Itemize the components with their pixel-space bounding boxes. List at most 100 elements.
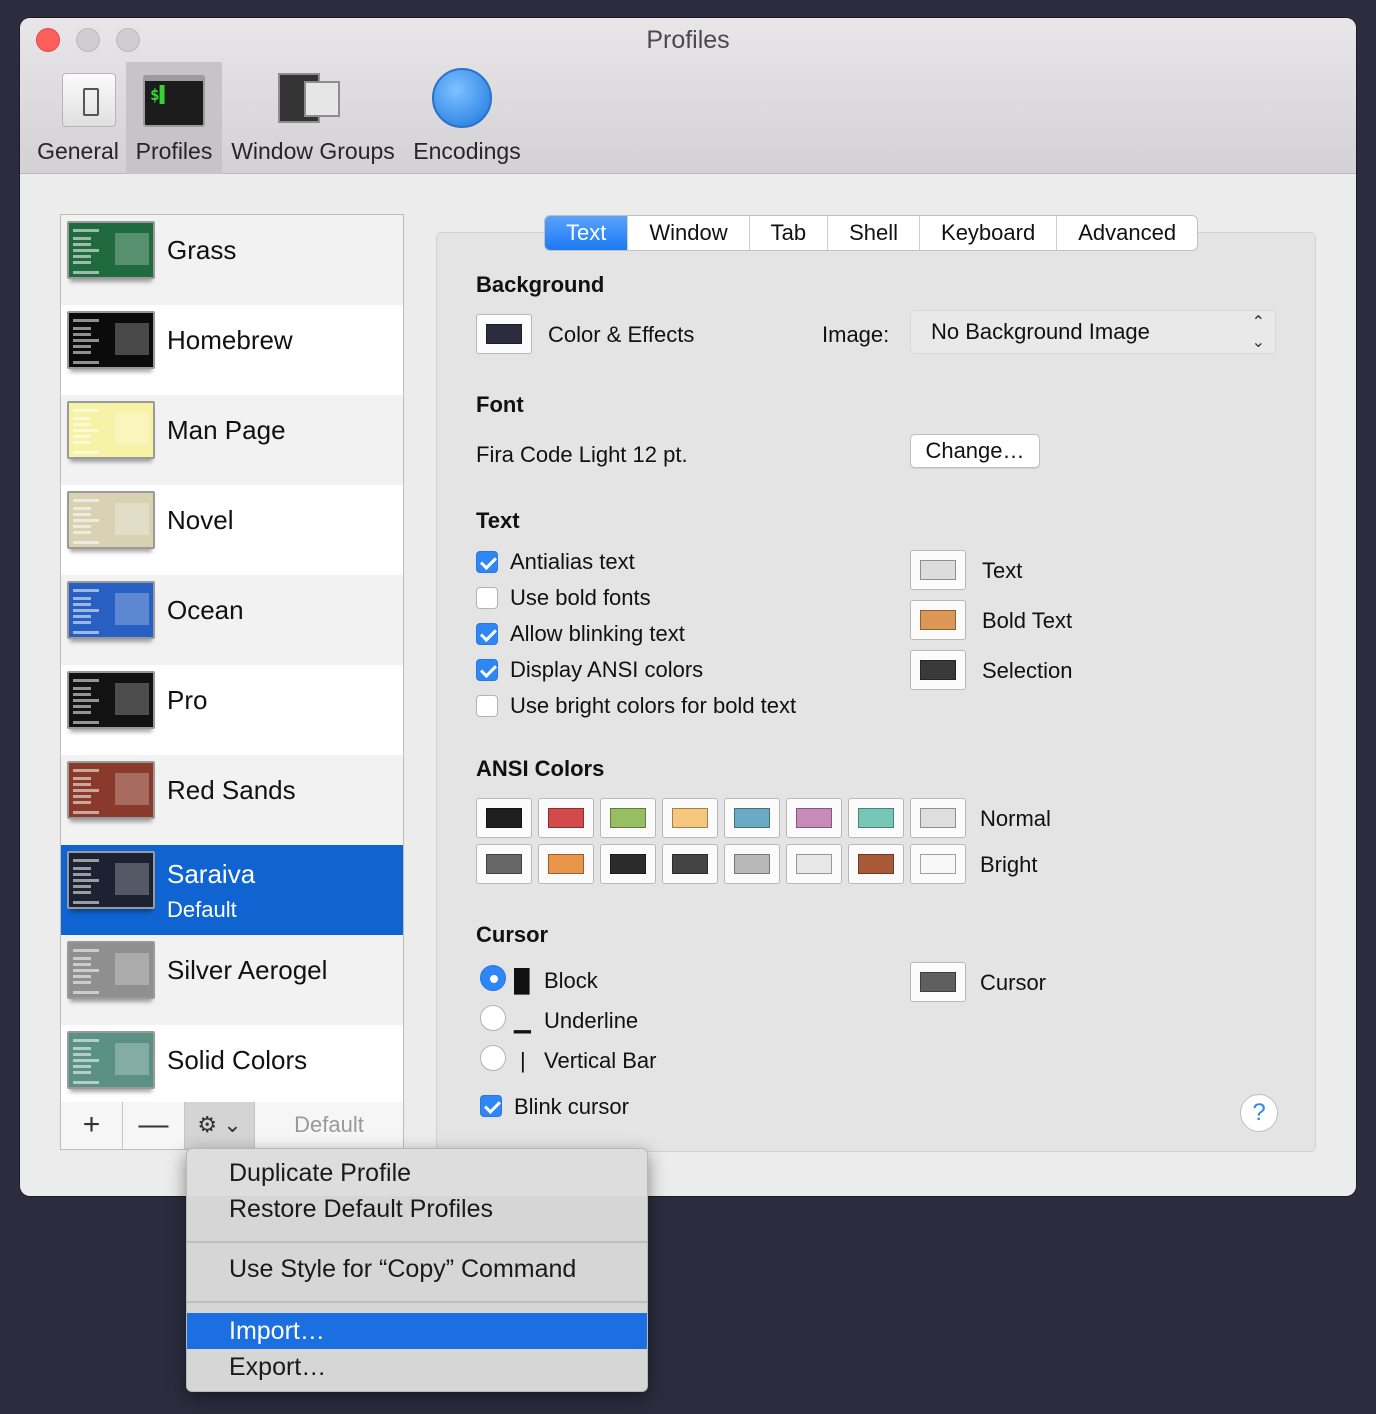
ansi-normal-color-well-1[interactable]	[538, 798, 594, 838]
cursor-block-radio[interactable]	[480, 965, 506, 991]
tab-window[interactable]: Window	[628, 216, 750, 250]
ansi-bright-color-well-6[interactable]	[848, 844, 904, 884]
toolbar-profiles-label: Profiles	[135, 138, 213, 164]
menu-item-import[interactable]: Import…	[187, 1313, 647, 1349]
cursor-color-well[interactable]	[910, 962, 966, 1002]
ansi-colors-checkbox[interactable]	[476, 659, 498, 681]
bold-text-color-well[interactable]	[910, 600, 966, 640]
profile-thumbnail	[67, 581, 155, 639]
ansi-normal-color-well-4[interactable]	[724, 798, 780, 838]
blink-cursor-label: Blink cursor	[514, 1094, 629, 1119]
remove-profile-button[interactable]: —	[123, 1102, 185, 1149]
profile-list-toolbar: + — ⚙ ⌄ Default	[60, 1102, 404, 1150]
gear-menu-button[interactable]: ⚙ ⌄	[185, 1102, 255, 1149]
cursor-vertical-bar-radio[interactable]	[480, 1045, 506, 1071]
toolbar-general-label: General	[37, 138, 119, 164]
blinking-text-checkbox[interactable]	[476, 623, 498, 645]
profile-thumbnail	[67, 401, 155, 459]
background-heading: Background	[476, 272, 605, 297]
ansi-bright-color-well-4[interactable]	[724, 844, 780, 884]
ansi-normal-label: Normal	[980, 806, 1051, 831]
text-heading: Text	[476, 508, 520, 533]
gear-dropdown-menu: Duplicate Profile Restore Default Profil…	[186, 1148, 648, 1392]
menu-item-export[interactable]: Export…	[187, 1349, 647, 1385]
settings-tabs: Text Window Tab Shell Keyboard Advanced	[544, 215, 1199, 251]
profile-list[interactable]: Grass Homebrew Man Page Novel Ocean Pro …	[60, 214, 404, 1103]
change-font-button[interactable]: Change…	[910, 434, 1040, 468]
cursor-underline-radio[interactable]	[480, 1005, 506, 1031]
profile-thumbnail	[67, 491, 155, 549]
background-image-select[interactable]: No Background Image ⌃ ⌄	[910, 310, 1276, 354]
ansi-bright-label: Bright	[980, 852, 1038, 877]
toolbar-profiles[interactable]: $▌ Profiles	[126, 62, 222, 174]
profile-name: Ocean	[167, 595, 244, 625]
bold-text-color-label: Bold Text	[982, 608, 1073, 633]
blinking-text-label: Allow blinking text	[510, 621, 685, 646]
tab-advanced[interactable]: Advanced	[1057, 216, 1197, 250]
profile-thumbnail	[67, 941, 155, 999]
tab-tab[interactable]: Tab	[750, 216, 829, 250]
ansi-bright-color-well-3[interactable]	[662, 844, 718, 884]
general-switch-icon	[62, 73, 116, 127]
window-title: Profiles	[646, 26, 730, 54]
profile-item-pro[interactable]: Pro	[61, 665, 403, 755]
ansi-bright-color-well-5[interactable]	[786, 844, 842, 884]
antialias-checkbox[interactable]	[476, 551, 498, 573]
menu-separator	[187, 1301, 647, 1303]
profile-item-solid-colors[interactable]: Solid Colors	[61, 1025, 403, 1103]
cursor-color-label: Cursor	[980, 970, 1047, 995]
tab-shell[interactable]: Shell	[828, 216, 921, 250]
profile-thumbnail	[67, 761, 155, 819]
color-effects-label: Color & Effects	[548, 322, 695, 347]
menu-item-restore-default-profiles[interactable]: Restore Default Profiles	[187, 1191, 647, 1227]
underline-cursor-glyph: ▁	[514, 1008, 531, 1033]
ansi-normal-color-well-3[interactable]	[662, 798, 718, 838]
ansi-normal-color-well-2[interactable]	[600, 798, 656, 838]
text-color-well[interactable]	[910, 550, 966, 590]
ansi-normal-color-well-7[interactable]	[910, 798, 966, 838]
cursor-block-label: Block	[544, 968, 598, 993]
set-default-button[interactable]: Default	[255, 1102, 403, 1149]
toolbar-encodings[interactable]: Encodings	[408, 62, 526, 174]
vertical-bar-cursor-glyph: |	[520, 1048, 526, 1073]
add-profile-button[interactable]: +	[61, 1102, 123, 1149]
image-label: Image:	[822, 322, 890, 347]
ansi-bright-color-well-2[interactable]	[600, 844, 656, 884]
profile-item-saraiva[interactable]: Saraiva Default	[61, 845, 403, 935]
selection-color-well[interactable]	[910, 650, 966, 690]
tab-keyboard[interactable]: Keyboard	[920, 216, 1058, 250]
profile-item-homebrew[interactable]: Homebrew	[61, 305, 403, 395]
bold-fonts-checkbox[interactable]	[476, 587, 498, 609]
profile-name: Novel	[167, 505, 234, 535]
ansi-bright-color-well-7[interactable]	[910, 844, 966, 884]
ansi-normal-color-well-6[interactable]	[848, 798, 904, 838]
background-color-well[interactable]	[476, 314, 532, 354]
menu-separator	[187, 1241, 647, 1243]
profile-thumbnail	[67, 311, 155, 369]
ansi-bright-color-well-0[interactable]	[476, 844, 532, 884]
toolbar-window-groups[interactable]: Window Groups	[228, 62, 398, 174]
profile-item-novel[interactable]: Novel	[61, 485, 403, 575]
menu-item-use-style-copy[interactable]: Use Style for “Copy” Command	[187, 1251, 647, 1287]
profile-item-ocean[interactable]: Ocean	[61, 575, 403, 665]
toolbar-general[interactable]: General	[32, 62, 124, 174]
profile-item-silver-aerogel[interactable]: Silver Aerogel	[61, 935, 403, 1025]
bright-bold-checkbox[interactable]	[476, 695, 498, 717]
profile-name: Homebrew	[167, 325, 293, 355]
blink-cursor-checkbox[interactable]	[480, 1095, 502, 1117]
profile-name: Saraiva	[167, 859, 256, 889]
profile-item-red-sands[interactable]: Red Sands	[61, 755, 403, 845]
ansi-normal-color-well-5[interactable]	[786, 798, 842, 838]
menu-item-duplicate-profile[interactable]: Duplicate Profile	[187, 1155, 647, 1191]
ansi-normal-color-well-0[interactable]	[476, 798, 532, 838]
profile-item-man-page[interactable]: Man Page	[61, 395, 403, 485]
tab-text[interactable]: Text	[545, 216, 629, 250]
ansi-bright-color-well-1[interactable]	[538, 844, 594, 884]
profile-name: Man Page	[167, 415, 286, 445]
help-button[interactable]: ?	[1240, 1094, 1278, 1132]
font-value: Fira Code Light 12 pt.	[476, 442, 688, 467]
cursor-heading: Cursor	[476, 922, 549, 947]
profile-item-grass[interactable]: Grass	[61, 215, 403, 305]
ansi-heading: ANSI Colors	[476, 756, 605, 781]
background-image-value: No Background Image	[931, 319, 1150, 344]
